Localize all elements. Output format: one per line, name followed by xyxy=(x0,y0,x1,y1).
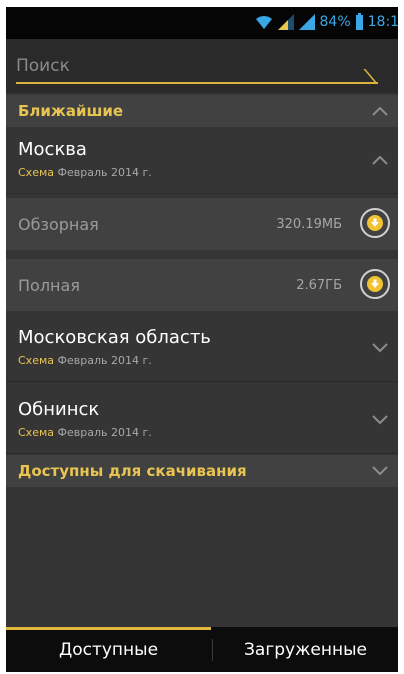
section-available-download-label: Доступны для скачивания xyxy=(18,462,247,480)
download-button[interactable] xyxy=(360,269,390,299)
download-arrow-icon xyxy=(371,218,379,227)
chevron-up-icon xyxy=(372,106,388,116)
status-icons: 84% 18:15 xyxy=(255,12,398,30)
city-date: Февраль 2014 г. xyxy=(57,166,152,179)
city-type: Схема xyxy=(18,354,54,367)
tab-available[interactable]: Доступные xyxy=(6,627,211,672)
city-subtitle: Схема Февраль 2014 г. xyxy=(18,354,152,367)
download-name: Полная xyxy=(18,276,80,295)
city-name: Московская область xyxy=(18,327,211,348)
chevron-up-icon xyxy=(372,155,388,165)
status-bar: 84% 18:15 xyxy=(6,7,398,39)
battery-icon xyxy=(355,12,363,30)
city-date: Февраль 2014 г. xyxy=(57,354,152,367)
chevron-down-icon xyxy=(372,343,388,353)
download-arrow-icon xyxy=(371,279,379,288)
download-size: 2.67ГБ xyxy=(296,278,342,293)
download-size: 320.19МБ xyxy=(276,217,342,232)
section-available-download[interactable]: Доступны для скачивания xyxy=(6,455,398,487)
signal-icon-2 xyxy=(298,14,315,30)
section-nearest[interactable]: Ближайшие xyxy=(6,95,398,127)
city-item-obninsk[interactable]: Обнинск Схема Февраль 2014 г. xyxy=(6,387,398,454)
city-date: Февраль 2014 г. xyxy=(57,426,152,439)
city-subtitle: Схема Февраль 2014 г. xyxy=(18,166,152,179)
city-subtitle: Схема Февраль 2014 г. xyxy=(18,426,152,439)
search-underline xyxy=(16,82,378,84)
city-name: Москва xyxy=(18,139,87,160)
city-item-moscow-oblast[interactable]: Московская область Схема Февраль 2014 г. xyxy=(6,315,398,382)
bottom-tabs: Доступные Загруженные xyxy=(6,627,398,672)
search-bar xyxy=(6,39,398,93)
battery-percent: 84% xyxy=(319,14,351,30)
chevron-down-icon xyxy=(372,415,388,425)
section-nearest-label: Ближайшие xyxy=(18,102,124,120)
wifi-icon xyxy=(255,15,272,29)
download-item-full: Полная 2.67ГБ xyxy=(6,259,398,312)
city-type: Схема xyxy=(18,166,54,179)
signal-icon xyxy=(277,14,294,30)
tab-downloaded[interactable]: Загруженные xyxy=(213,627,398,672)
download-item-overview: Обзорная 320.19МБ xyxy=(6,198,398,251)
search-input[interactable] xyxy=(16,53,316,79)
city-item-moscow[interactable]: Москва Схема Февраль 2014 г. xyxy=(6,127,398,194)
chevron-down-icon xyxy=(372,466,388,476)
app-screen: 84% 18:15 Ближайшие Москва Схема Февраль… xyxy=(6,7,398,672)
city-name: Обнинск xyxy=(18,399,100,420)
city-type: Схема xyxy=(18,426,54,439)
download-name: Обзорная xyxy=(18,215,99,234)
download-button[interactable] xyxy=(360,208,390,238)
clock: 18:15 xyxy=(367,14,398,30)
